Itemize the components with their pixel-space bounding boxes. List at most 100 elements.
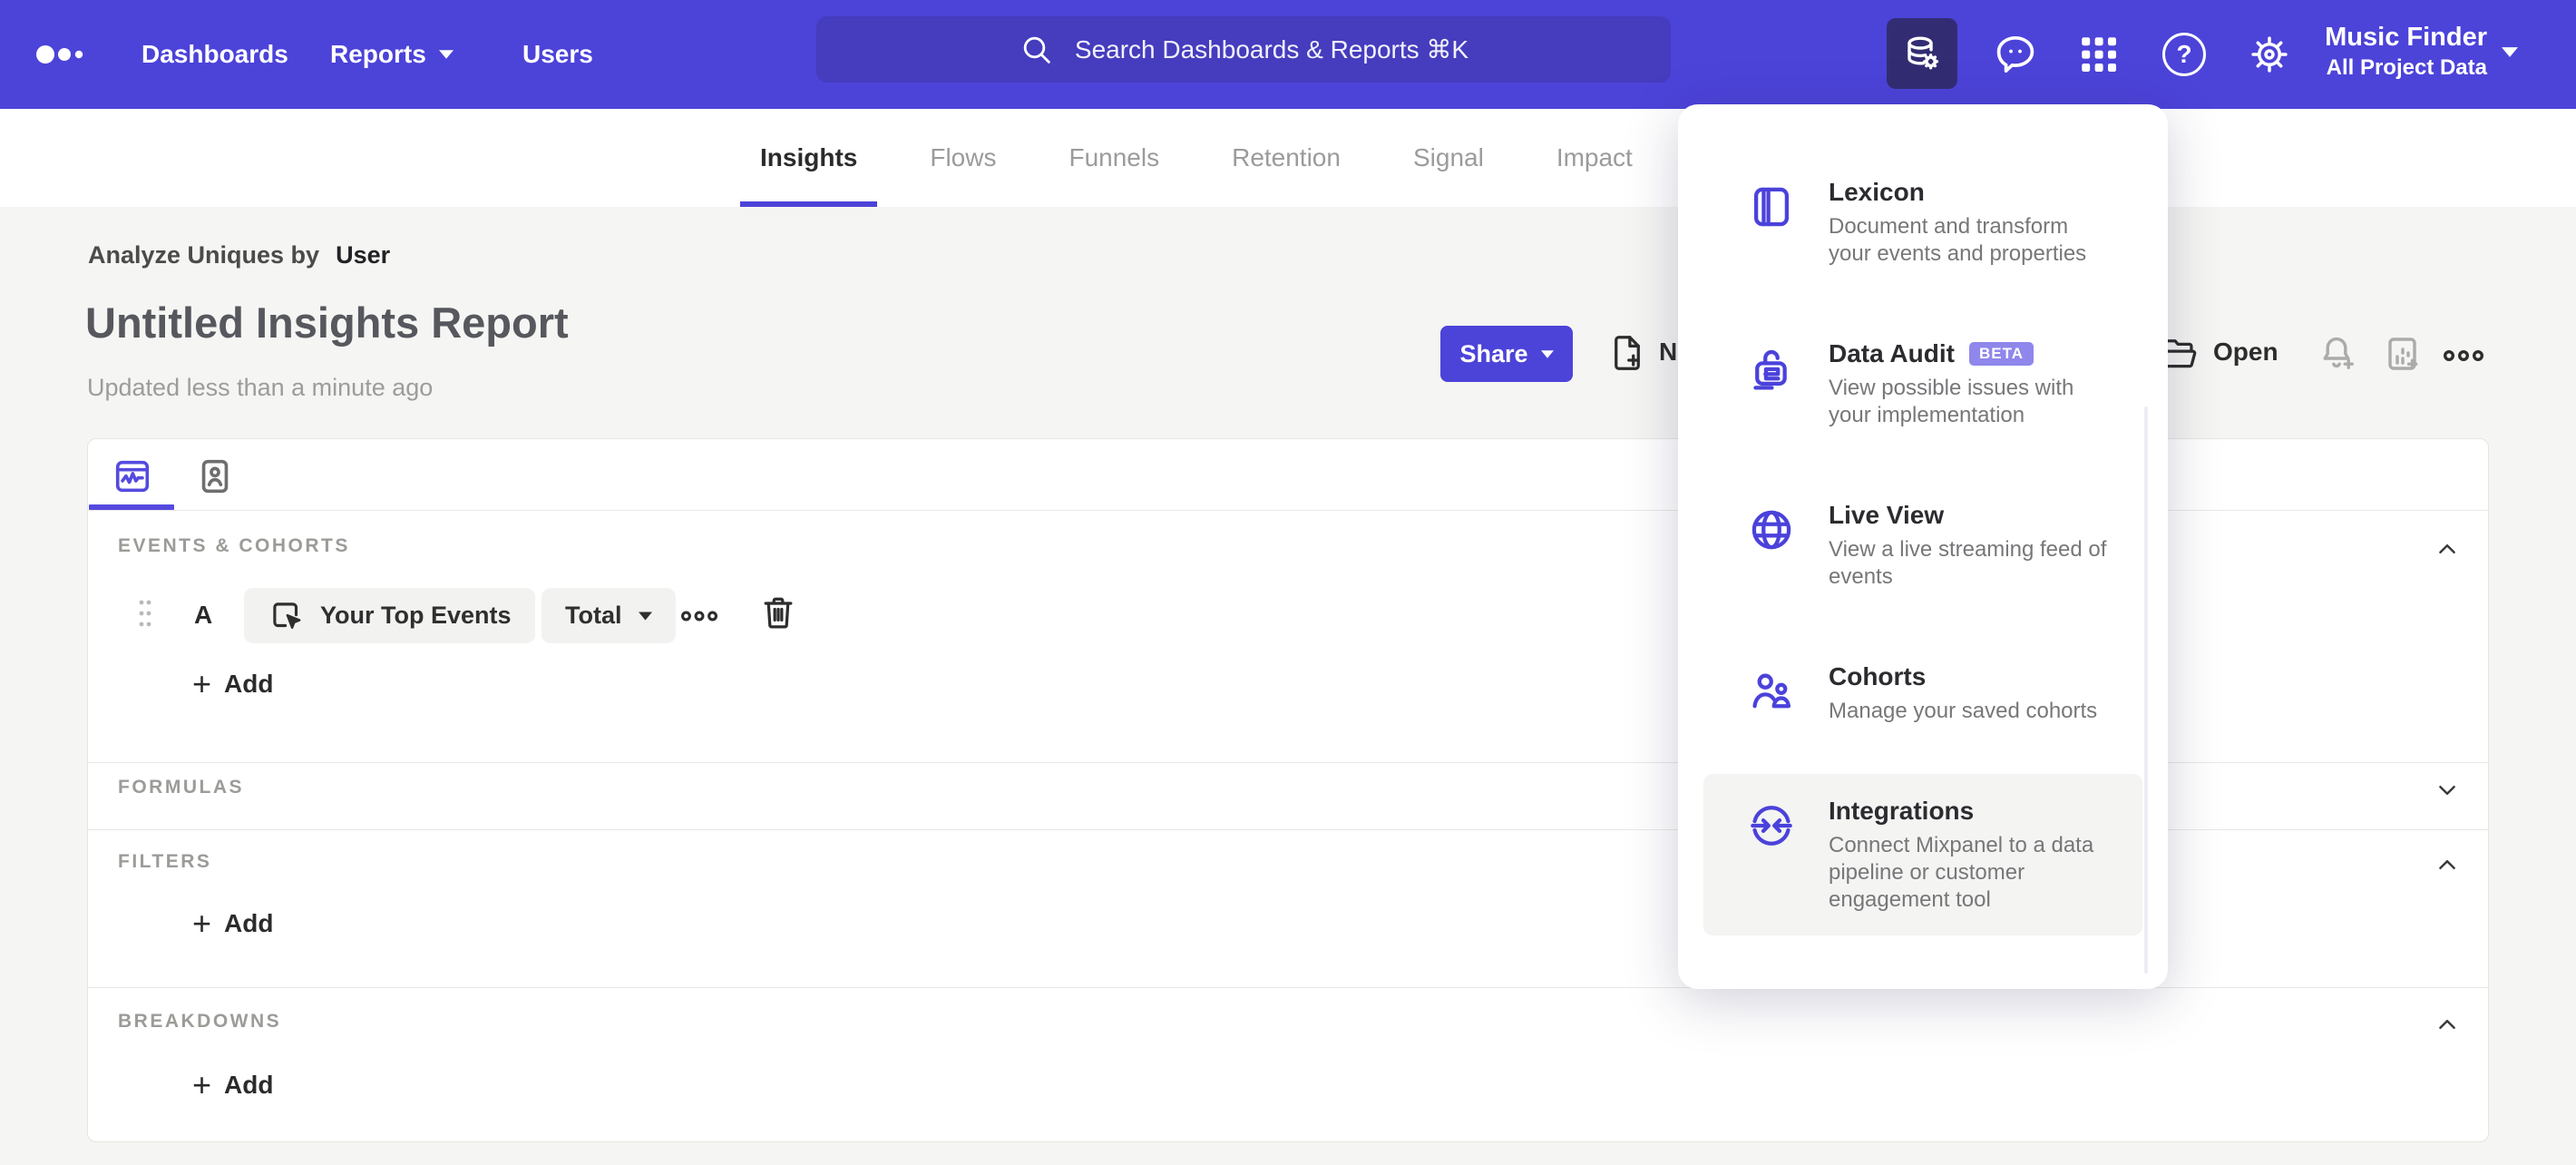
live-view-title: Live View: [1829, 501, 1945, 529]
tab-retention[interactable]: Retention: [1232, 109, 1341, 207]
share-chevron-down-icon: [1540, 349, 1554, 358]
live-view-desc: View a live streaming feed of events: [1829, 537, 2107, 589]
breakdowns-collapse-chevron-up-icon[interactable]: [2434, 1013, 2461, 1036]
updated-timestamp: Updated less than a minute ago: [87, 374, 434, 401]
search-icon: [1023, 36, 1050, 64]
help-button[interactable]: ?: [2161, 31, 2208, 78]
delete-event-trash-icon[interactable]: [757, 590, 799, 635]
mixpanel-logo-icon[interactable]: [34, 33, 89, 76]
event-row-more-icon[interactable]: [681, 606, 717, 626]
tab-signal[interactable]: Signal: [1413, 109, 1484, 207]
metric-name: Total: [565, 602, 622, 629]
profiles-view-tab-icon[interactable]: [194, 455, 236, 498]
database-gear-icon: [1908, 36, 1939, 70]
events-collapse-chevron-up-icon[interactable]: [2434, 537, 2461, 561]
data-management-button[interactable]: [1887, 18, 1957, 89]
metric-chevron-down-icon: [638, 612, 652, 620]
tab-signal-label: Signal: [1412, 143, 1484, 171]
beta-badge: BETA: [1968, 342, 2034, 366]
top-nav: Dashboards Reports Users Search Dashboar…: [0, 0, 2576, 109]
menu-item-title: Cohorts: [1829, 661, 2108, 692]
menu-item-title: Data Audit BETA: [1829, 338, 2108, 369]
menu-item-title: Lexicon: [1829, 177, 2108, 208]
grid-icon: [2082, 37, 2116, 72]
analyze-by-label: Analyze Uniques by: [88, 241, 320, 269]
settings-button[interactable]: [2246, 31, 2293, 78]
tab-insights-label: Insights: [760, 143, 858, 171]
add-breakdown-button[interactable]: + Add: [192, 1069, 273, 1101]
tab-flows-label: Flows: [930, 143, 997, 171]
menu-scrollbar[interactable]: [2144, 406, 2148, 974]
menu-item-integrations[interactable]: Integrations Connect Mixpanel to a data …: [1703, 774, 2142, 935]
menu-item-text: Cohorts Manage your saved cohorts: [1829, 661, 2108, 725]
tab-impact-label: Impact: [1556, 143, 1633, 171]
integrations-sync-icon: [1751, 806, 1792, 846]
help-glyph: ?: [2176, 40, 2192, 68]
menu-item-title: Live View: [1829, 500, 2108, 531]
analyze-by-row: Analyze Uniques by User: [88, 241, 390, 269]
nav-dashboards-label: Dashboards: [141, 40, 288, 68]
plus-icon: +: [192, 665, 212, 702]
tab-flows[interactable]: Flows: [930, 109, 996, 207]
menu-item-cohorts[interactable]: Cohorts Manage your saved cohorts: [1703, 640, 2142, 747]
formulas-header: FORMULAS: [118, 777, 244, 798]
project-name: Music Finder: [2325, 23, 2487, 52]
tab-funnels-label: Funnels: [1068, 143, 1160, 171]
metrics-view-tab-icon[interactable]: [112, 455, 153, 498]
metric-selector-button[interactable]: Total: [542, 588, 676, 643]
menu-item-live-view[interactable]: Live View View a live streaming feed of …: [1703, 478, 2142, 612]
menu-item-data-audit[interactable]: Data Audit BETA View possible issues wit…: [1703, 317, 2142, 451]
lexicon-title: Lexicon: [1829, 178, 1925, 206]
event-name: Your Top Events: [320, 602, 512, 629]
plus-icon: +: [192, 905, 212, 942]
open-report-label[interactable]: Open: [2213, 338, 2278, 367]
tab-funnels[interactable]: Funnels: [1068, 109, 1159, 207]
drag-handle-icon[interactable]: [135, 597, 155, 630]
more-options-icon[interactable]: [2444, 345, 2483, 367]
add-event-button[interactable]: + Add: [192, 668, 273, 700]
menu-item-text: Integrations Connect Mixpanel to a data …: [1829, 796, 2108, 914]
new-report-icon[interactable]: [1606, 330, 1648, 376]
nav-users[interactable]: Users: [522, 0, 593, 109]
share-button[interactable]: Share: [1440, 326, 1573, 382]
data-audit-desc: View possible issues with your implement…: [1829, 376, 2074, 427]
project-selector[interactable]: Music Finder All Project Data: [2325, 20, 2487, 82]
event-selector-button[interactable]: Your Top Events: [244, 588, 535, 643]
project-chevron-down-icon[interactable]: [2502, 47, 2518, 57]
search-input[interactable]: Search Dashboards & Reports ⌘K: [816, 16, 1671, 83]
lexicon-book-icon: [1753, 187, 1790, 227]
project-scope: All Project Data: [2326, 55, 2487, 80]
apps-grid-button[interactable]: [2075, 31, 2122, 78]
menu-item-text: Data Audit BETA View possible issues wit…: [1829, 338, 2108, 429]
menu-item-title: Integrations: [1829, 796, 2108, 827]
integrations-desc: Connect Mixpanel to a data pipeline or c…: [1829, 833, 2094, 912]
nav-dashboards[interactable]: Dashboards: [141, 0, 288, 109]
menu-item-text: Lexicon Document and transform your even…: [1829, 177, 2108, 268]
cohorts-desc: Manage your saved cohorts: [1829, 699, 2098, 723]
add-filter-button[interactable]: + Add: [192, 907, 273, 940]
tab-retention-label: Retention: [1232, 143, 1341, 171]
data-audit-title: Data Audit: [1829, 339, 1955, 367]
tab-insights[interactable]: Insights: [739, 109, 878, 207]
feedback-button[interactable]: [1992, 31, 2039, 78]
data-management-menu: Lexicon Document and transform your even…: [1678, 104, 2168, 989]
chevron-down-icon: [438, 50, 454, 59]
gear-icon: [2251, 36, 2288, 73]
alert-bell-plus-icon[interactable]: [2315, 332, 2358, 376]
tab-impact[interactable]: Impact: [1556, 109, 1633, 207]
app-root: Dashboards Reports Users Search Dashboar…: [0, 0, 2576, 1165]
add-event-label: Add: [224, 670, 274, 698]
nav-users-label: Users: [522, 40, 593, 68]
add-filter-label: Add: [224, 909, 274, 937]
events-cohorts-header: EVENTS & COHORTS: [118, 535, 350, 556]
filters-collapse-chevron-up-icon[interactable]: [2434, 853, 2461, 876]
analyze-by-value[interactable]: User: [336, 241, 390, 269]
menu-item-lexicon[interactable]: Lexicon Document and transform your even…: [1703, 155, 2142, 289]
filters-header: FILTERS: [118, 851, 212, 872]
nav-reports[interactable]: Reports: [330, 0, 454, 109]
live-view-globe-icon: [1751, 510, 1791, 550]
nav-reports-label: Reports: [330, 40, 426, 68]
formulas-expand-chevron-down-icon[interactable]: [2434, 778, 2461, 802]
add-to-dashboard-icon[interactable]: [2382, 332, 2425, 376]
help-icon: ?: [2162, 33, 2206, 76]
